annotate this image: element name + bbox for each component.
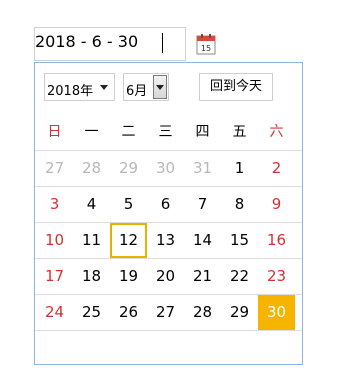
day-cell-weekend[interactable]: 9 [258,187,295,222]
day-cell[interactable]: 14 [184,223,221,258]
date-input-value[interactable]: 2018 - 6 - 30 [35,32,138,51]
day-cell-weekend[interactable]: 10 [36,223,73,258]
date-input[interactable]: 2018 - 6 - 30 15 [34,27,216,61]
day-cell-other-month[interactable]: 31 [184,151,221,186]
day-cell-other-month[interactable]: 27 [36,151,73,186]
year-select[interactable]: 2018年 [44,73,115,101]
day-cell[interactable]: 15 [221,223,258,258]
day-cell[interactable]: 27 [147,295,184,330]
day-cell-weekend[interactable]: 23 [258,259,295,294]
day-cell-weekend[interactable]: 2 [258,151,295,186]
day-cell[interactable]: 20 [147,259,184,294]
calendar-grid: 日 一 二 三 四 五 六 27 28 29 30 31 1 2 3 4 5 6… [35,115,302,331]
day-cell[interactable]: 19 [110,259,147,294]
weekday-sunday: 日 [47,124,62,140]
month-select-value: 6月 [126,84,148,99]
day-cell-other-month[interactable]: 29 [110,151,147,186]
back-to-today-button[interactable]: 回到今天 [199,73,273,101]
chevron-down-icon [100,85,108,90]
day-cell-weekend[interactable]: 3 [36,187,73,222]
day-cell[interactable]: 28 [184,295,221,330]
weekday-friday: 五 [232,124,247,140]
weekday-monday: 一 [84,124,99,140]
day-cell[interactable]: 1 [221,151,258,186]
day-cell-other-month[interactable]: 28 [73,151,110,186]
day-cell[interactable]: 5 [110,187,147,222]
day-cell-weekend[interactable]: 16 [258,223,295,258]
day-cell[interactable]: 29 [221,295,258,330]
week-row: 27 28 29 30 31 1 2 [35,151,302,187]
calendar-popup: 2018年 6月 回到今天 日 一 二 三 四 五 六 27 28 29 30 … [34,62,303,365]
weekday-wednesday: 三 [158,124,173,140]
day-cell[interactable]: 26 [110,295,147,330]
year-select-value: 2018年 [47,84,94,99]
day-cell[interactable]: 4 [73,187,110,222]
day-cell-other-month[interactable]: 30 [147,151,184,186]
chevron-down-icon [156,85,164,90]
week-row: 17 18 19 20 21 22 23 [35,259,302,295]
day-cell-today[interactable]: 12 [110,223,147,258]
weekday-thursday: 四 [195,124,210,140]
calendar-icon[interactable]: 15 [196,33,216,55]
week-row: 3 4 5 6 7 8 9 [35,187,302,223]
day-cell[interactable]: 7 [184,187,221,222]
day-cell[interactable]: 21 [184,259,221,294]
weekday-saturday: 六 [269,124,284,140]
day-cell-weekend[interactable]: 24 [36,295,73,330]
text-caret [162,33,163,53]
week-row: 10 11 12 13 14 15 16 [35,223,302,259]
month-select[interactable]: 6月 [123,73,169,101]
day-cell[interactable]: 8 [221,187,258,222]
day-cell[interactable]: 13 [147,223,184,258]
day-cell[interactable]: 25 [73,295,110,330]
day-cell-selected[interactable]: 30 [258,295,295,330]
day-cell[interactable]: 18 [73,259,110,294]
calendar-icon-day: 15 [201,44,211,53]
weekday-tuesday: 二 [121,124,136,140]
day-cell-weekend[interactable]: 17 [36,259,73,294]
day-cell[interactable]: 22 [221,259,258,294]
weekday-header-row: 日 一 二 三 四 五 六 [35,115,302,151]
day-cell[interactable]: 11 [73,223,110,258]
month-dropdown-button[interactable] [153,75,167,99]
week-row: 24 25 26 27 28 29 30 [35,295,302,331]
day-cell[interactable]: 6 [147,187,184,222]
